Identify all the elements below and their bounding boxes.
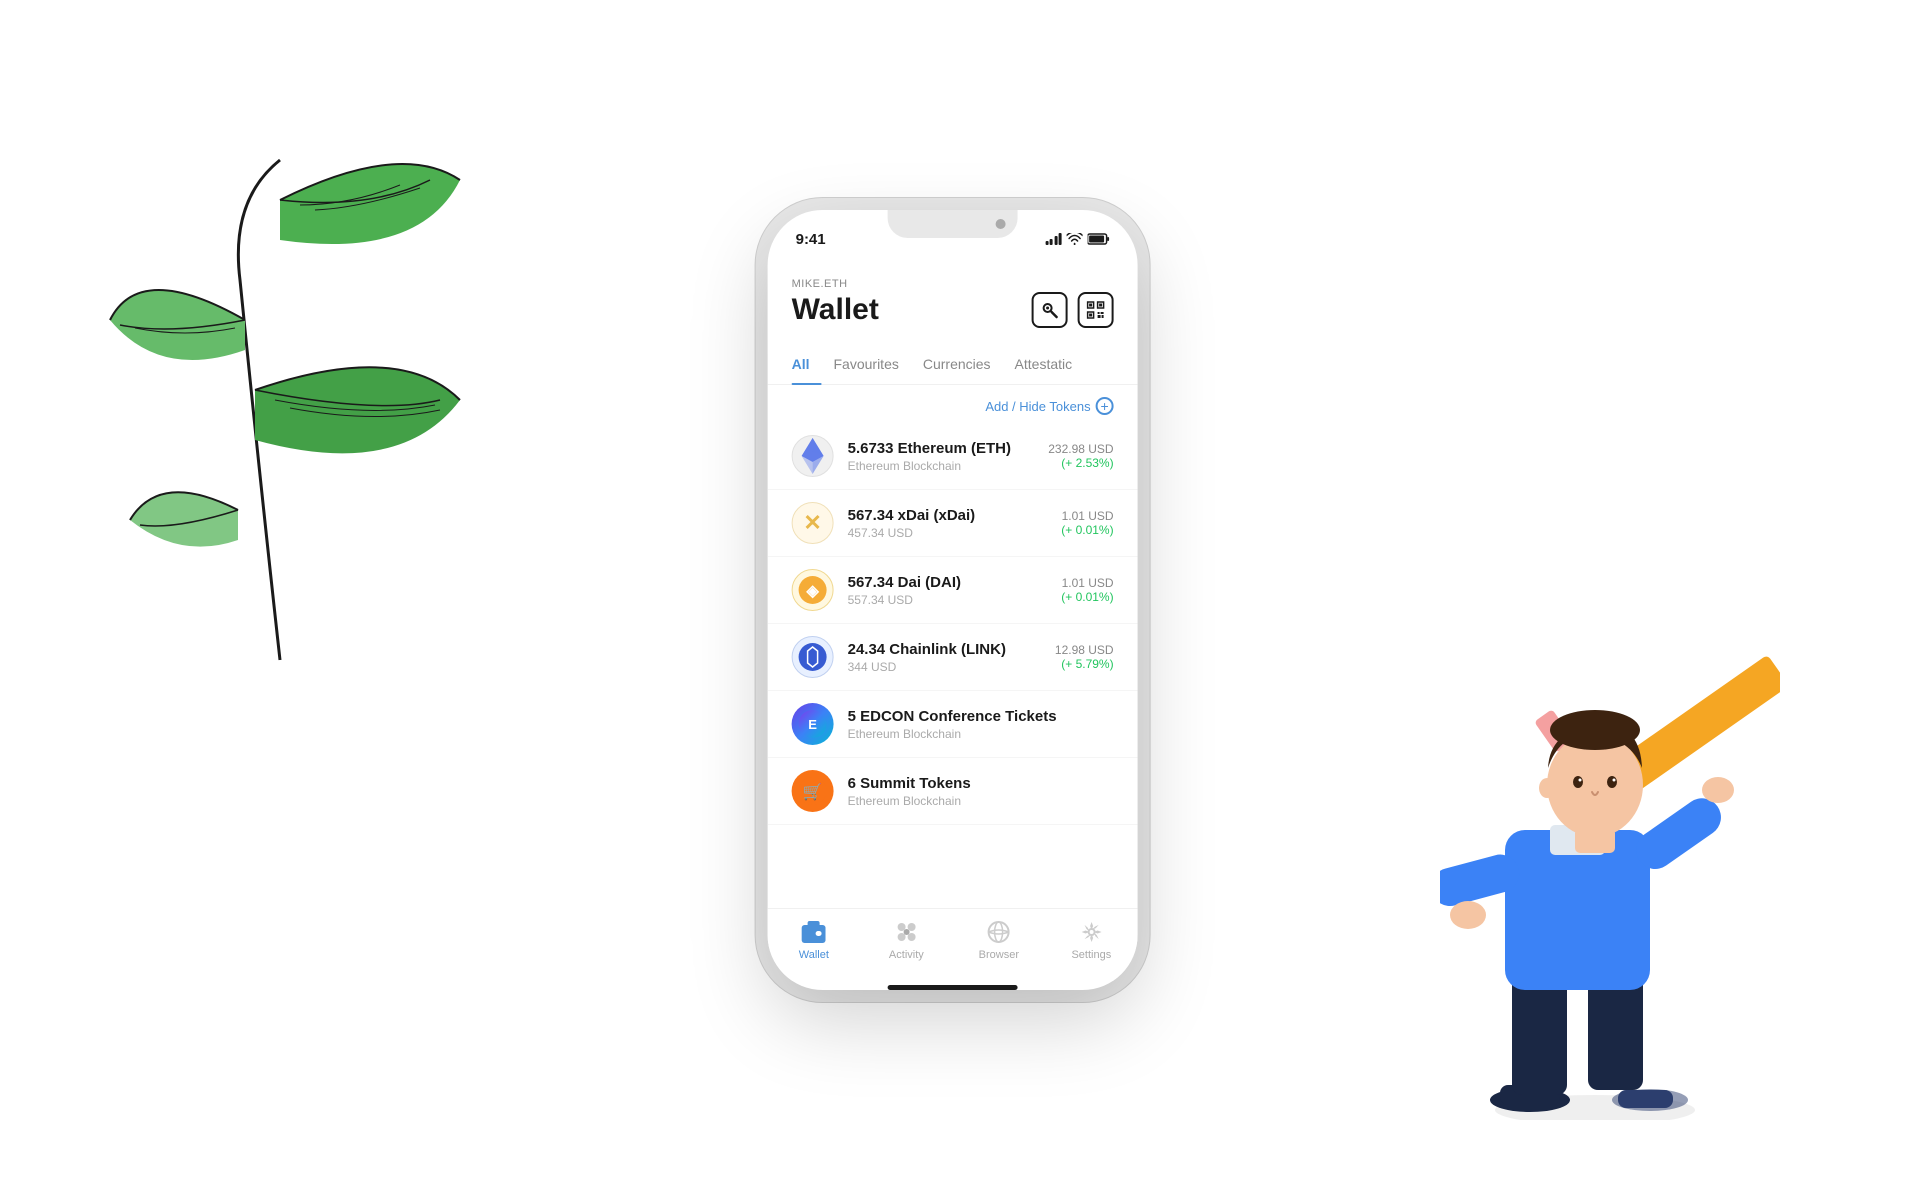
token-icon-xdai: ✕ <box>792 502 834 544</box>
dai-icon: ◈ <box>798 575 828 605</box>
scan-button[interactable] <box>1032 292 1068 328</box>
xdai-x-icon: ✕ <box>799 509 827 537</box>
token-usd-dai: 1.01 USD <box>1061 576 1113 590</box>
wallet-title: Wallet <box>792 293 879 327</box>
nav-settings-label: Settings <box>1071 949 1111 961</box>
token-name-edcon: 5 EDCON Conference Tickets <box>848 708 1100 725</box>
token-item-dai[interactable]: ◈ 567.34 Dai (DAI) 557.34 USD 1.01 USD (… <box>768 557 1138 624</box>
token-item-eth[interactable]: 5.6733 Ethereum (ETH) Ethereum Blockchai… <box>768 423 1138 490</box>
tab-favourites[interactable]: Favourites <box>821 356 910 384</box>
token-change-xdai: (+ 0.01%) <box>1061 523 1113 537</box>
qr-button[interactable] <box>1078 292 1114 328</box>
phone-mockup: 9:41 <box>768 210 1138 990</box>
status-time: 9:41 <box>796 231 826 248</box>
token-item-edcon[interactable]: E 5 EDCON Conference Tickets Ethereum Bl… <box>768 691 1138 758</box>
token-usd-eth: 232.98 USD <box>1048 442 1113 456</box>
token-item-link[interactable]: 24.34 Chainlink (LINK) 344 USD 12.98 USD… <box>768 624 1138 691</box>
wallet-nav-icon <box>801 919 827 945</box>
tab-all[interactable]: All <box>792 356 822 384</box>
token-item-xdai[interactable]: ✕ 567.34 xDai (xDai) 457.34 USD 1.01 USD… <box>768 490 1138 557</box>
tabs-row: All Favourites Currencies Attestatic <box>768 340 1138 385</box>
summit-icon: 🛒 <box>798 776 828 806</box>
battery-icon <box>1088 233 1110 245</box>
token-info-summit: 6 Summit Tokens Ethereum Blockchain <box>848 775 1100 808</box>
token-change-link: (+ 5.79%) <box>1055 657 1114 671</box>
token-item-summit[interactable]: 🛒 6 Summit Tokens Ethereum Blockchain <box>768 758 1138 825</box>
token-sub-eth: Ethereum Blockchain <box>848 459 1035 473</box>
token-name-xdai: 567.34 xDai (xDai) <box>848 507 1048 524</box>
eth-diamond-icon <box>802 438 824 474</box>
nav-activity[interactable]: Activity <box>860 919 953 961</box>
header-action-icons <box>1032 292 1114 328</box>
token-icon-link <box>792 636 834 678</box>
svg-text:✕: ✕ <box>803 510 821 535</box>
token-sub-edcon: Ethereum Blockchain <box>848 727 1100 741</box>
token-list: 5.6733 Ethereum (ETH) Ethereum Blockchai… <box>768 423 1138 908</box>
svg-text:◈: ◈ <box>805 583 819 600</box>
token-sub-link: 344 USD <box>848 660 1041 674</box>
token-sub-xdai: 457.34 USD <box>848 526 1048 540</box>
token-sub-dai: 557.34 USD <box>848 593 1048 607</box>
svg-text:🛒: 🛒 <box>803 782 823 801</box>
token-info-dai: 567.34 Dai (DAI) 557.34 USD <box>848 574 1048 607</box>
link-icon <box>798 642 828 672</box>
token-icon-summit: 🛒 <box>792 770 834 812</box>
token-usd-link: 12.98 USD <box>1055 643 1114 657</box>
wallet-title-row: Wallet <box>792 292 1114 328</box>
nav-settings[interactable]: Settings <box>1045 919 1138 961</box>
token-price-link: 12.98 USD (+ 5.79%) <box>1055 643 1114 671</box>
wallet-header: MIKE.ETH Wallet <box>768 262 1138 328</box>
bottom-nav: Wallet Activity <box>768 908 1138 981</box>
token-change-dai: (+ 0.01%) <box>1061 590 1113 604</box>
tab-attestations[interactable]: Attestatic <box>1003 356 1085 384</box>
settings-nav-icon <box>1078 919 1104 945</box>
token-info-eth: 5.6733 Ethereum (ETH) Ethereum Blockchai… <box>848 440 1035 473</box>
edcon-icon: E <box>798 709 828 739</box>
add-tokens-row: Add / Hide Tokens + <box>768 385 1138 423</box>
phone-notch <box>888 210 1018 238</box>
status-icons <box>1045 233 1110 245</box>
token-icon-eth <box>792 435 834 477</box>
tab-currencies[interactable]: Currencies <box>911 356 1003 384</box>
token-info-xdai: 567.34 xDai (xDai) 457.34 USD <box>848 507 1048 540</box>
nav-wallet-label: Wallet <box>799 949 829 961</box>
signal-icon <box>1045 233 1062 245</box>
token-price-dai: 1.01 USD (+ 0.01%) <box>1061 576 1113 604</box>
add-tokens-label: Add / Hide Tokens <box>985 399 1090 414</box>
token-usd-xdai: 1.01 USD <box>1061 509 1113 523</box>
home-indicator <box>888 985 1018 990</box>
notch-camera <box>996 219 1006 229</box>
token-icon-edcon: E <box>792 703 834 745</box>
token-info-edcon: 5 EDCON Conference Tickets Ethereum Bloc… <box>848 708 1100 741</box>
leaves-decoration <box>80 80 480 680</box>
nav-browser-label: Browser <box>979 949 1019 961</box>
wifi-icon <box>1067 233 1083 245</box>
nav-wallet[interactable]: Wallet <box>768 919 861 961</box>
token-info-link: 24.34 Chainlink (LINK) 344 USD <box>848 641 1041 674</box>
phone-screen: 9:41 <box>768 210 1138 990</box>
token-change-eth: (+ 2.53%) <box>1048 456 1113 470</box>
token-name-dai: 567.34 Dai (DAI) <box>848 574 1048 591</box>
qr-icon <box>1087 301 1105 319</box>
phone-content: MIKE.ETH Wallet <box>768 254 1138 990</box>
token-icon-dai: ◈ <box>792 569 834 611</box>
svg-text:E: E <box>808 717 817 732</box>
token-name-eth: 5.6733 Ethereum (ETH) <box>848 440 1035 457</box>
add-circle-icon: + <box>1096 397 1114 415</box>
wallet-user-label: MIKE.ETH <box>792 278 1114 290</box>
token-sub-summit: Ethereum Blockchain <box>848 794 1100 808</box>
add-tokens-button[interactable]: Add / Hide Tokens + <box>985 397 1113 415</box>
nav-browser[interactable]: Browser <box>953 919 1046 961</box>
token-price-eth: 232.98 USD (+ 2.53%) <box>1048 442 1113 470</box>
token-name-summit: 6 Summit Tokens <box>848 775 1100 792</box>
token-price-xdai: 1.01 USD (+ 0.01%) <box>1061 509 1113 537</box>
nav-activity-label: Activity <box>889 949 924 961</box>
token-name-link: 24.34 Chainlink (LINK) <box>848 641 1041 658</box>
browser-nav-icon <box>986 919 1012 945</box>
activity-nav-icon <box>893 919 919 945</box>
scan-icon <box>1041 301 1059 319</box>
person-illustration <box>1440 620 1780 1120</box>
